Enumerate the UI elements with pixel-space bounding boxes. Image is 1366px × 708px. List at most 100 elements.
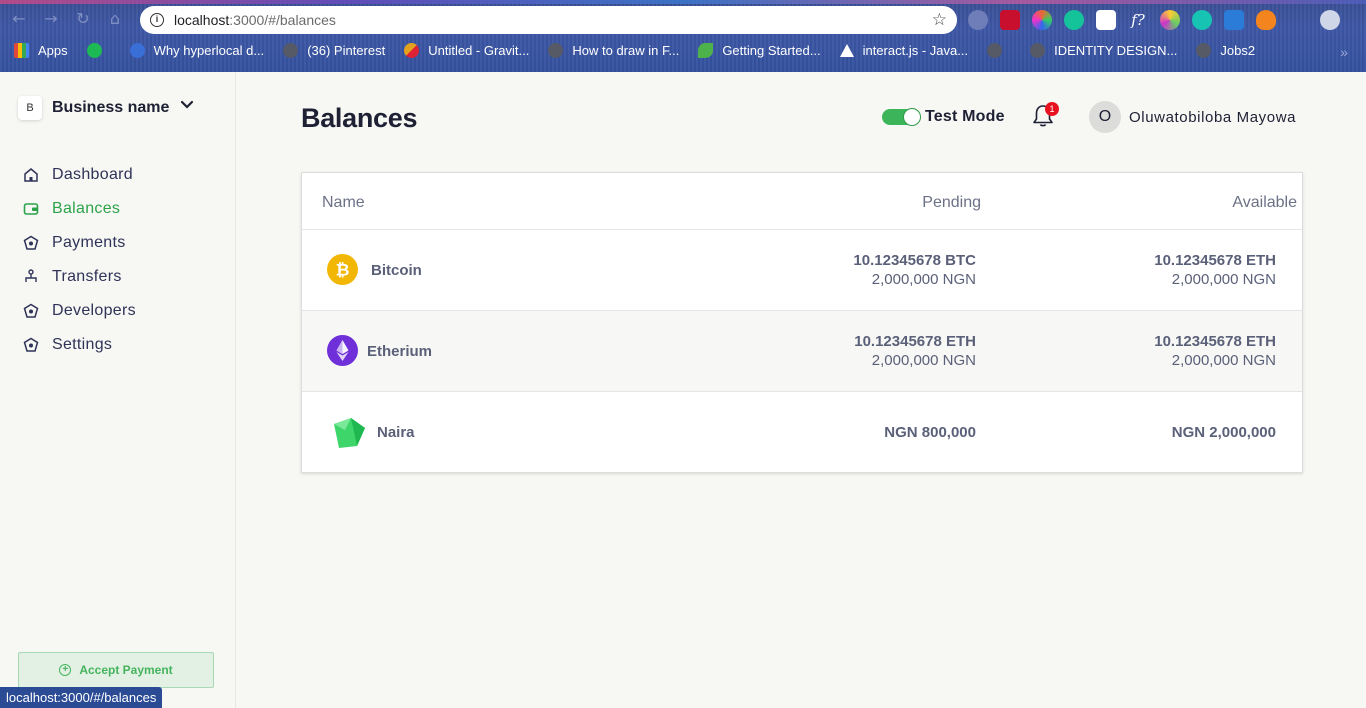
column-header-pending: Pending [922,194,981,211]
available-amount: 10.12345678 ETH 2,000,000 NGN [1154,333,1276,369]
sidebar-item-label: Balances [52,200,121,217]
browser-nav: ← → ↻ ⌂ [8,8,126,30]
globe-icon [1030,43,1046,58]
bookmark-unnamed[interactable] [987,43,1011,58]
asset-name: Naira [377,424,415,441]
bookmark-label: How to draw in F... [572,43,680,58]
business-switcher[interactable]: B Business name [18,96,194,120]
sidebar-menu: Dashboard Balances Payments Transfers De… [22,158,136,362]
table-row[interactable]: ₿ Bitcoin 10.12345678 BTC 2,000,000 NGN … [302,230,1302,311]
extensions-bar: f? [968,10,1340,30]
bookmark-spotify[interactable] [86,43,111,58]
profile-icon[interactable] [1320,10,1340,30]
available-secondary: 2,000,000 NGN [1171,352,1276,369]
colorzilla-icon[interactable] [1160,10,1180,30]
sidebar-item-label: Settings [52,336,113,353]
bookmark-identity[interactable]: IDENTITY DESIGN... [1030,43,1177,58]
forward-icon[interactable]: → [40,8,62,30]
chevron-down-icon[interactable] [180,98,194,112]
available-amount: 10.12345678 ETH 2,000,000 NGN [1154,252,1276,288]
notification-badge: 1 [1045,102,1059,116]
sidebar-item-balances[interactable]: Balances [22,192,136,226]
address-bar[interactable]: i localhost:3000/#/balances ☆ [140,6,957,34]
metamask-icon[interactable] [1256,10,1276,30]
ethereum-icon [327,335,358,366]
available-primary: 10.12345678 ETH [1154,252,1276,269]
bookmark-star-icon[interactable]: ☆ [932,10,947,30]
sidebar-item-settings[interactable]: Settings [22,328,136,362]
bookmark-draw[interactable]: How to draw in F... [548,43,679,58]
font-finder-icon[interactable]: f? [1128,10,1148,30]
home-browser-icon[interactable]: ⌂ [104,8,126,30]
back-icon[interactable]: ← [8,8,30,30]
reload-icon[interactable]: ↻ [72,8,94,30]
notion-icon[interactable] [1096,10,1116,30]
asset-name: Bitcoin [371,262,422,279]
share-icon[interactable] [1224,10,1244,30]
bookmark-interactjs[interactable]: interact.js - Java... [839,43,968,58]
sidebar-item-dashboard[interactable]: Dashboard [22,158,136,192]
globe-icon [1196,43,1212,58]
bookmark-label: Getting Started... [722,43,821,58]
table-row[interactable]: Etherium 10.12345678 ETH 2,000,000 NGN 1… [302,311,1302,392]
table-row[interactable]: Naira NGN 800,000 NGN 2,000,000 [302,392,1302,473]
browser-chrome: ← → ↻ ⌂ i localhost:3000/#/balances ☆ f?… [0,0,1366,72]
svg-text:₿: ₿ [336,261,350,281]
developers-icon [22,302,40,320]
apps-icon [14,43,29,58]
globe-icon [548,43,564,58]
pending-amount: 10.12345678 ETH 2,000,000 NGN [854,333,976,369]
pending-secondary: 2,000,000 NGN [871,352,976,369]
column-header-name: Name [322,194,365,211]
extension-teal-icon[interactable] [1192,10,1212,30]
pending-amount: 10.12345678 BTC 2,000,000 NGN [853,252,976,288]
bookmark-hyperlocal[interactable]: Why hyperlocal d... [129,43,264,58]
page-title: Balances [301,103,418,133]
bookmark-label: IDENTITY DESIGN... [1054,43,1178,58]
home-icon [22,166,40,184]
available-amount: NGN 2,000,000 [1172,424,1276,441]
bookmark-gravit[interactable]: Untitled - Gravit... [404,43,529,58]
bookmark-label: Untitled - Gravit... [428,43,530,58]
gravit-icon [404,43,420,58]
available-secondary: 2,000,000 NGN [1171,271,1276,288]
settings-icon [22,336,40,354]
bitcoin-icon: ₿ [327,254,358,285]
payments-icon [22,234,40,252]
address-bar-url: localhost:3000/#/balances [174,12,336,28]
site-info-icon[interactable]: i [150,13,164,27]
bookmark-pinterest[interactable]: (36) Pinterest [283,43,385,58]
spotify-icon [86,43,102,58]
asset-name: Etherium [367,343,433,360]
bookmark-apps[interactable]: Apps [14,43,68,58]
avatar[interactable]: O [1089,101,1121,133]
sidebar-item-developers[interactable]: Developers [22,294,136,328]
test-mode-toggle[interactable] [882,108,921,126]
triangle-icon [839,44,854,57]
color-picker-icon[interactable] [1032,10,1052,30]
table-header: Name Pending Available [302,173,1302,230]
available-primary: NGN 2,000,000 [1171,424,1276,441]
leaf-icon [698,43,714,58]
bookmarks-bar: Apps Why hyperlocal d... (36) Pinterest … [14,43,1274,58]
url-host: localhost [174,12,230,28]
sidebar-item-transfers[interactable]: Transfers [22,260,136,294]
accept-payment-button[interactable]: + Accept Payment [18,652,214,688]
grammarly-icon[interactable] [1064,10,1084,30]
bookmark-getting-started[interactable]: Getting Started... [698,43,821,58]
user-name[interactable]: Oluwatobiloba Mayowa [1129,109,1296,126]
bookmarks-overflow-icon[interactable]: » [1340,44,1348,60]
sidebar-item-label: Transfers [52,268,122,285]
sidebar-item-label: Dashboard [52,166,133,183]
wallet-icon [22,200,40,218]
sidebar-item-payments[interactable]: Payments [22,226,136,260]
ublock-icon[interactable] [1000,10,1020,30]
bookmark-jobs2[interactable]: Jobs2 [1196,43,1255,58]
pending-primary: 10.12345678 BTC [853,252,976,269]
extension-icon[interactable] [968,10,988,30]
globe-icon [283,43,299,58]
business-avatar: B [18,96,42,120]
toggle-knob [903,108,921,126]
transfers-icon [22,268,40,286]
bookmark-label: Apps [38,43,68,58]
